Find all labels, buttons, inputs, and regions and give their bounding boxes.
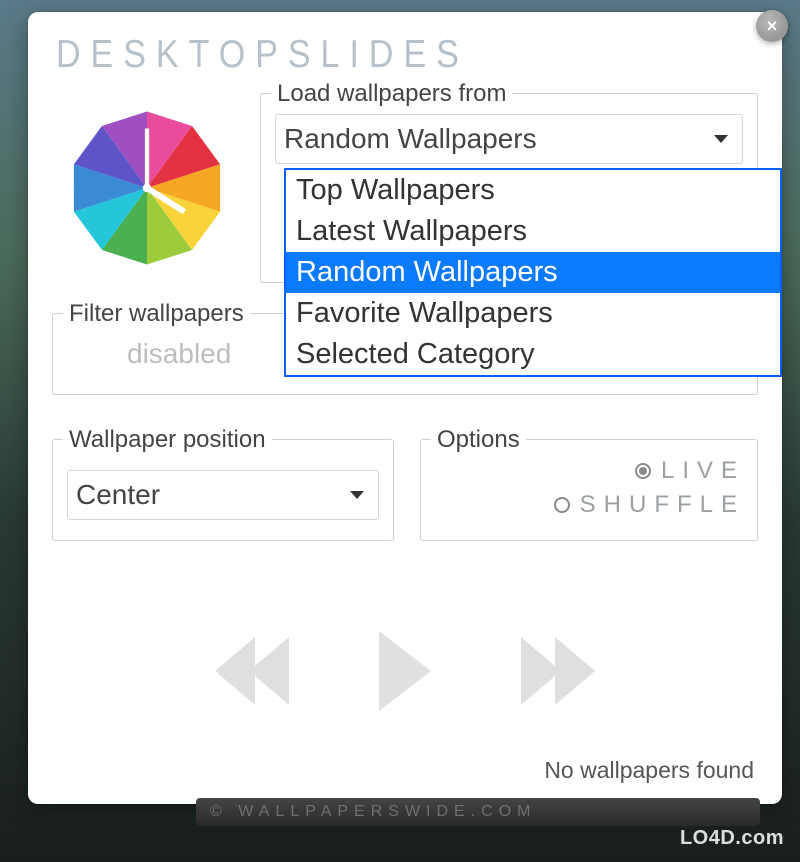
load-label: Load wallpapers from [271,80,512,108]
color-wheel-icon [62,103,232,273]
prev-fast-button[interactable] [215,637,289,705]
position-value: Center [76,479,160,511]
options-label: Options [431,426,526,454]
play-button[interactable] [379,631,431,711]
dropdown-option-favorite[interactable]: Favorite Wallpapers [286,293,780,334]
option-live-row[interactable]: LIVE [433,454,745,488]
footer-text: © WALLPAPERSWIDE.COM [210,803,536,821]
radio-filled-icon [635,463,651,479]
option-shuffle-label: SHUFFLE [580,491,745,519]
navigation-controls [52,631,758,711]
rewind-icon [249,637,289,705]
load-source-value: Random Wallpapers [284,123,537,155]
radio-empty-icon [554,497,570,513]
brand-title: DESKTOPSLIDES [52,30,758,84]
play-icon [379,631,431,711]
chevron-down-icon [714,135,728,143]
position-label: Wallpaper position [63,426,272,454]
position-select[interactable]: Center [67,470,379,520]
settings-panel: × DESKTOPSLIDES [28,12,782,804]
chevron-down-icon [350,491,364,499]
footer-bar: © WALLPAPERSWIDE.COM [196,798,760,826]
load-source-select[interactable]: Random Wallpapers [275,114,743,164]
options-group: Options LIVE SHUFFLE [420,439,758,541]
forward-icon [555,637,595,705]
dropdown-option-category[interactable]: Selected Category [286,334,780,375]
dropdown-option-top[interactable]: Top Wallpapers [286,170,780,211]
watermark: LO4D.com [680,827,784,850]
option-live-label: LIVE [661,457,745,485]
dropdown-option-latest[interactable]: Latest Wallpapers [286,211,780,252]
app-logo [52,93,242,283]
wallpaper-position-group: Wallpaper position Center [52,439,394,541]
next-fast-button[interactable] [521,637,595,705]
close-button[interactable]: × [756,10,788,42]
option-shuffle-row[interactable]: SHUFFLE [433,488,745,522]
dropdown-option-random[interactable]: Random Wallpapers [286,252,780,293]
status-text: No wallpapers found [544,757,754,784]
filter-label: Filter wallpapers [63,300,250,328]
load-source-dropdown: Top Wallpapers Latest Wallpapers Random … [284,168,782,377]
close-icon: × [767,16,778,37]
